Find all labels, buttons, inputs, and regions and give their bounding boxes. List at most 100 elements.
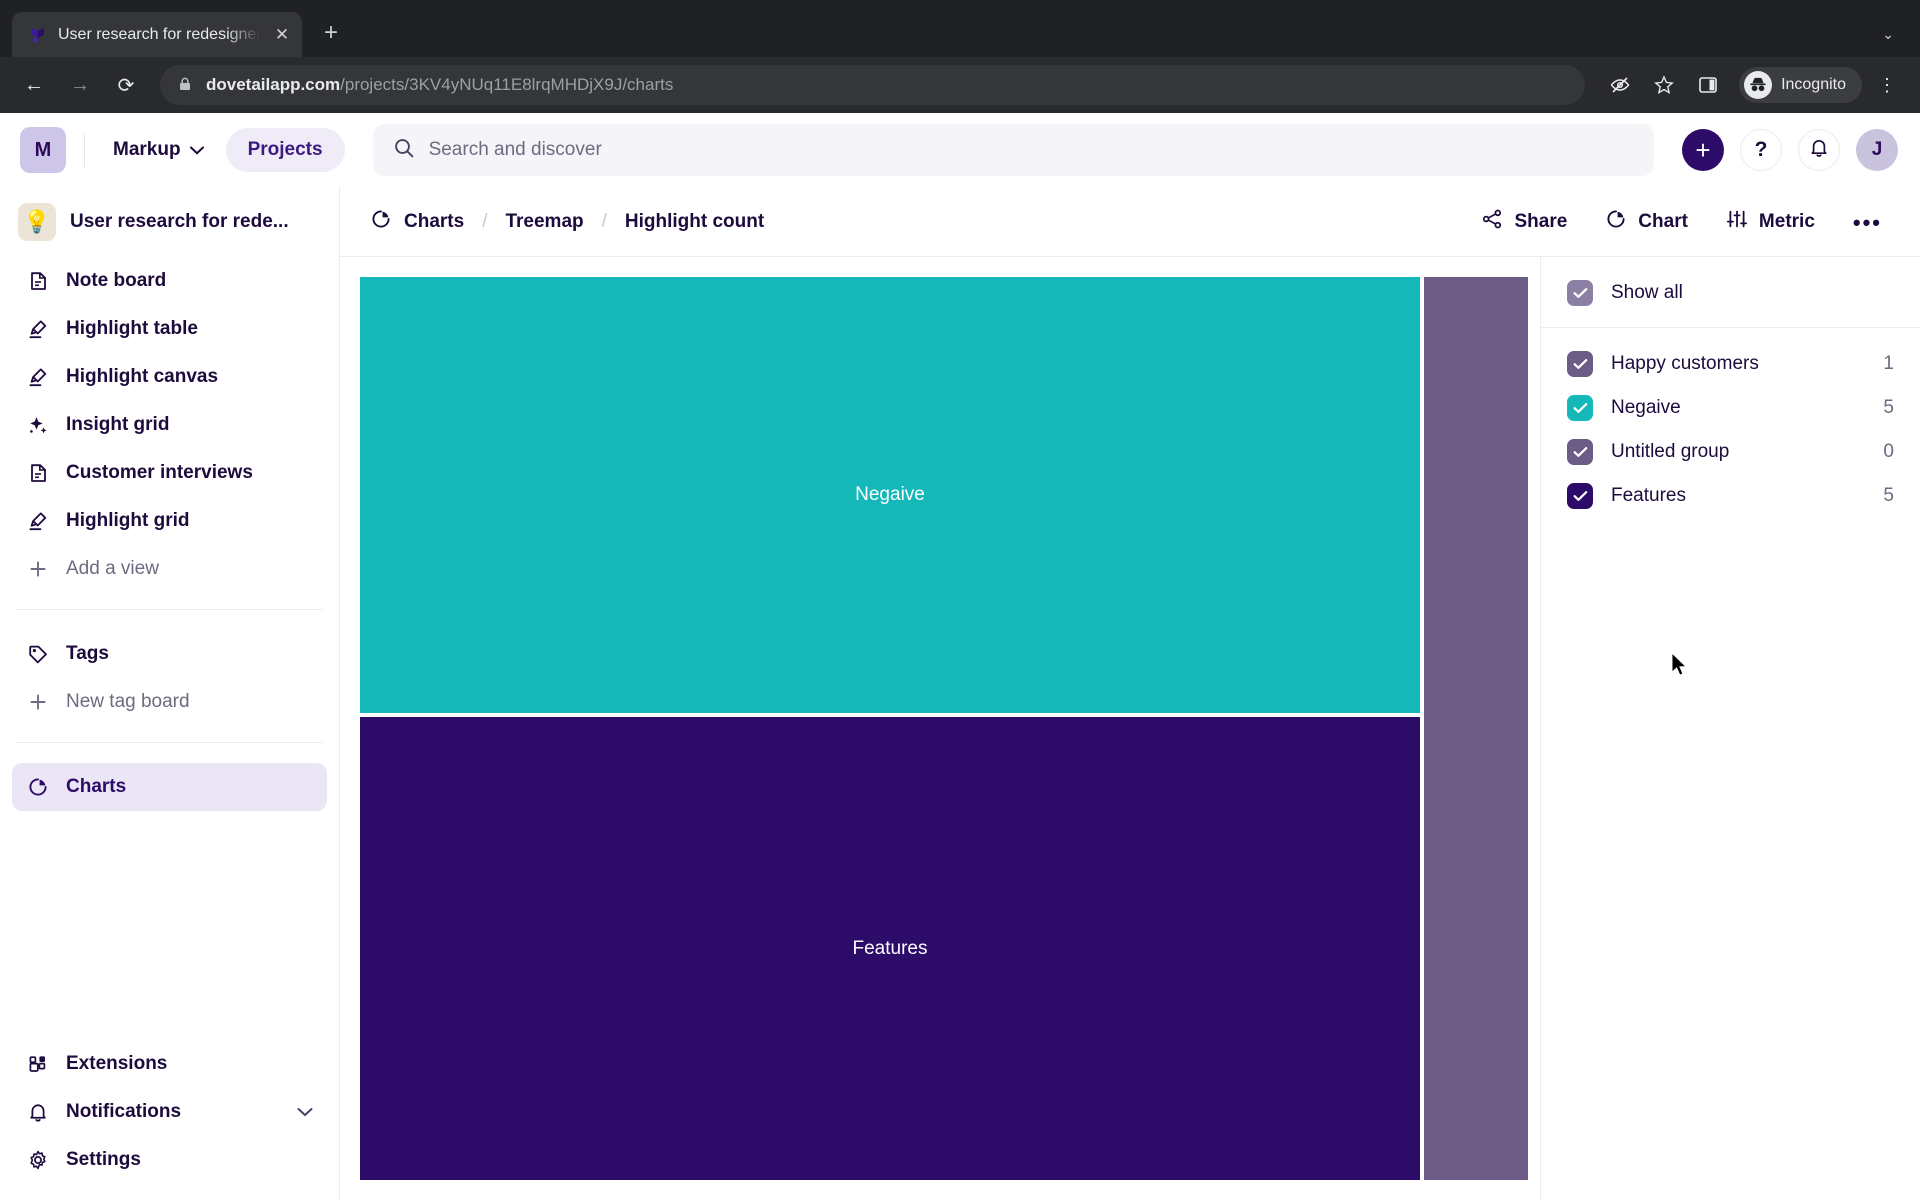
checkbox-happy-customers[interactable] [1567, 351, 1593, 377]
sidebar-item-insight-grid[interactable]: Insight grid [12, 401, 327, 449]
highlighter-icon [26, 509, 50, 533]
breadcrumb-item-highlight-count[interactable]: Highlight count [621, 206, 768, 238]
breadcrumb-item-charts[interactable]: Charts [366, 203, 468, 241]
sidebar-bottom: Extensions Notifications Settings [0, 1040, 339, 1200]
legend-item-features[interactable]: Features 5 [1541, 474, 1920, 518]
sidebar-item-extensions[interactable]: Extensions [12, 1040, 327, 1088]
projects-button[interactable]: Projects [225, 128, 345, 172]
sidebar-tags: Tags New tag board [0, 626, 339, 726]
address-bar[interactable]: dovetailapp.com/projects/3KV4yNUq11E8lrq… [160, 65, 1586, 105]
forward-button[interactable]: → [60, 65, 100, 105]
chart-button[interactable]: Chart [1593, 200, 1700, 244]
chevron-down-icon[interactable]: ⌄ [1882, 26, 1894, 43]
workspace-name: Markup [113, 139, 181, 160]
breadcrumb-label: Charts [404, 210, 465, 232]
sidebar-item-label: Tags [66, 643, 109, 664]
avatar[interactable]: J [1856, 129, 1898, 171]
incognito-indicator[interactable]: Incognito [1739, 67, 1862, 103]
highlighter-icon [26, 365, 50, 389]
add-button[interactable]: + [1682, 129, 1724, 171]
metric-label: Metric [1758, 210, 1815, 232]
more-options-button[interactable]: ••• [1841, 208, 1894, 235]
sidebar-views: Note board Highlight table Highlight can… [0, 253, 339, 593]
new-tab-button[interactable]: + [324, 21, 338, 45]
sidebar: 💡 User research for rede... Note board H… [0, 187, 340, 1200]
sidebar-item-note-board[interactable]: Note board [12, 257, 327, 305]
sidebar-item-notifications[interactable]: Notifications [12, 1088, 327, 1136]
sidebar-item-label: Highlight canvas [66, 366, 219, 387]
legend-show-all[interactable]: Show all [1541, 271, 1920, 315]
new-tag-board-button[interactable]: New tag board [12, 678, 327, 726]
legend-item-untitled-group[interactable]: Untitled group 0 [1541, 430, 1920, 474]
browser-toolbar: ← → ⟳ dovetailapp.com/projects/3KV4yNUq1… [0, 57, 1920, 113]
checkbox-negaive[interactable] [1567, 395, 1593, 421]
sidebar-item-highlight-canvas[interactable]: Highlight canvas [12, 353, 327, 401]
search-placeholder: Search and discover [428, 139, 602, 160]
eye-off-icon[interactable] [1601, 66, 1639, 104]
address-bar-url: dovetailapp.com/projects/3KV4yNUq11E8lrq… [206, 75, 673, 95]
sidebar-item-highlight-table[interactable]: Highlight table [12, 305, 327, 353]
legend-item-count: 5 [1883, 397, 1894, 418]
legend-item-label: Negaive [1611, 397, 1681, 418]
sidebar-item-label: Customer interviews [66, 462, 253, 483]
address-bar-domain: dovetailapp.com [206, 75, 341, 94]
add-a-view-button[interactable]: Add a view [12, 545, 327, 593]
legend-show-all-label: Show all [1611, 282, 1683, 303]
reload-button[interactable]: ⟳ [106, 65, 146, 105]
checkbox-untitled-group[interactable] [1567, 439, 1593, 465]
highlighter-icon [26, 317, 50, 341]
treemap-tile-features[interactable]: Features [360, 717, 1420, 1180]
lock-icon [178, 76, 192, 95]
notifications-button[interactable] [1798, 129, 1840, 171]
browser-window: User research for redesigned m ✕ + ⌄ ← →… [0, 0, 1920, 1200]
back-button[interactable]: ← [14, 65, 54, 105]
browser-tab-strip: User research for redesigned m ✕ + ⌄ [0, 0, 1920, 57]
sidebar-item-customer-interviews[interactable]: Customer interviews [12, 449, 327, 497]
project-header[interactable]: 💡 User research for rede... [0, 193, 339, 253]
workspace-switcher[interactable]: Markup [103, 132, 214, 168]
browser-menu-button[interactable]: ⋮ [1868, 66, 1906, 104]
sidebar-item-charts[interactable]: Charts [12, 763, 327, 811]
metric-button[interactable]: Metric [1714, 200, 1827, 244]
bookmark-star-icon[interactable] [1645, 66, 1683, 104]
incognito-label: Incognito [1781, 76, 1846, 93]
treemap-tile-happy-customers[interactable] [1424, 277, 1528, 1180]
extensions-icon [26, 1052, 50, 1076]
header-actions: + ? J [1682, 129, 1898, 171]
workspace-avatar[interactable]: M [20, 127, 66, 173]
chevron-down-icon[interactable] [297, 1104, 313, 1120]
checkbox-features[interactable] [1567, 483, 1593, 509]
app-body: 💡 User research for rede... Note board H… [0, 187, 1920, 1200]
sidebar-item-label: Extensions [66, 1053, 168, 1074]
chevron-down-icon [189, 139, 204, 161]
pie-chart-icon [1605, 208, 1627, 236]
share-button[interactable]: Share [1469, 200, 1579, 244]
sidebar-divider [16, 742, 323, 743]
sparkles-icon [26, 413, 50, 437]
help-button[interactable]: ? [1740, 129, 1782, 171]
sidebar-item-tags[interactable]: Tags [12, 630, 327, 678]
legend-item-happy-customers[interactable]: Happy customers 1 [1541, 342, 1920, 386]
breadcrumb-separator: / [601, 210, 607, 232]
search-input[interactable]: Search and discover [372, 124, 1654, 176]
sidebar-item-label: Highlight table [66, 318, 198, 339]
checkbox-show-all[interactable] [1567, 280, 1593, 306]
page-title: Highlight count [624, 210, 765, 232]
sidebar-item-settings[interactable]: Settings [12, 1136, 327, 1184]
sidebar-item-highlight-grid[interactable]: Highlight grid [12, 497, 327, 545]
treemap-tile-negaive[interactable]: Negaive [360, 277, 1420, 714]
pie-chart-icon [26, 775, 50, 799]
document-icon [26, 461, 50, 485]
breadcrumb-item-treemap[interactable]: Treemap [501, 206, 587, 238]
legend-item-negaive[interactable]: Negaive 5 [1541, 386, 1920, 430]
close-icon[interactable]: ✕ [272, 26, 292, 43]
side-panel-icon[interactable] [1689, 66, 1727, 104]
address-bar-path: /projects/3KV4yNUq11E8lrqMHDjX9J/charts [340, 75, 674, 94]
chart-label: Chart [1638, 210, 1688, 232]
treemap-tile-label: Negaive [855, 484, 925, 506]
browser-tab[interactable]: User research for redesigned m ✕ [12, 12, 302, 57]
sidebar-item-label: Charts [66, 776, 127, 797]
gear-icon [26, 1148, 50, 1172]
document-icon [26, 269, 50, 293]
